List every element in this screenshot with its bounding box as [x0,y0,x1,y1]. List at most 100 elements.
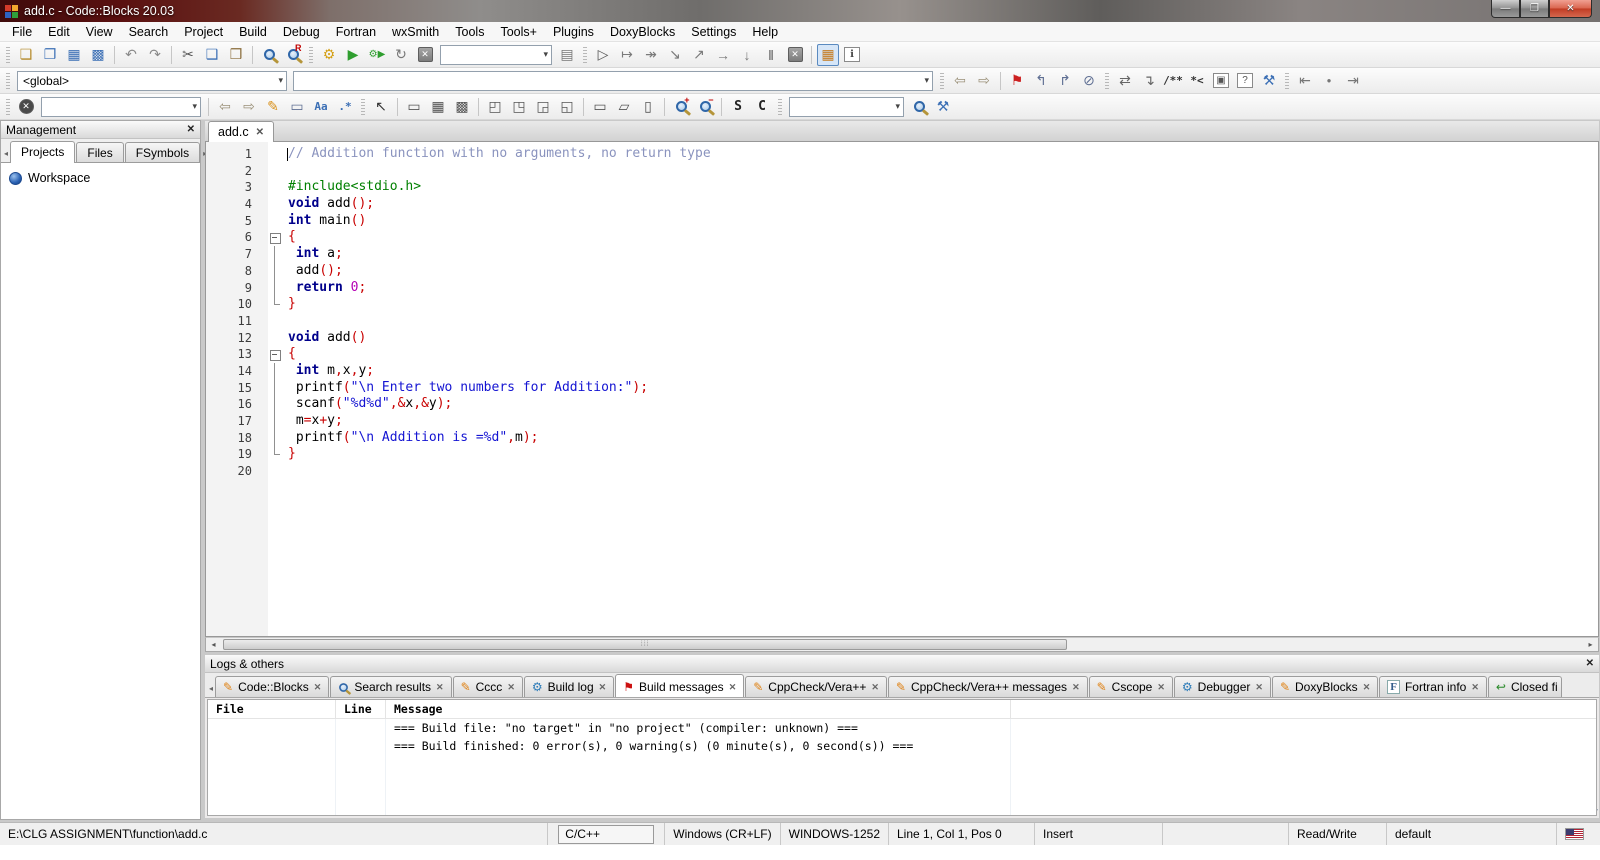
menu-item-project[interactable]: Project [176,22,231,42]
scroll-left-icon[interactable]: ◂ [206,640,221,649]
fold-marker[interactable] [260,262,284,280]
doxy-view-button[interactable]: ? [1234,70,1256,92]
close-tab-icon[interactable]: ✕ [436,682,444,693]
management-tab-files[interactable]: Files [76,142,124,162]
log-tab-build-messages[interactable]: ⚑ Build messages ✕ [615,674,745,697]
highlight-occurrences-button[interactable]: ✎ [262,96,284,118]
fold-marker[interactable] [260,429,284,447]
log-tab-doxyblocks[interactable]: ✎ DoxyBlocks ✕ [1271,676,1379,697]
menu-item-help[interactable]: Help [744,22,786,42]
open-file-button[interactable]: ❐ [39,44,61,66]
log-tab-cppcheck-vera-messages[interactable]: ✎ CppCheck/Vera++ messages ✕ [887,676,1088,697]
minimize-button[interactable]: — [1491,0,1520,18]
find-replace-button[interactable]: R [282,43,304,66]
next-instruction-button[interactable]: → [712,44,734,66]
fold-marker[interactable] [260,296,284,313]
close-tab-icon[interactable]: ✕ [1363,682,1371,693]
close-button[interactable]: ✕ [1549,0,1592,18]
close-tab-icon[interactable]: ✕ [871,682,879,693]
menu-item-debug[interactable]: Debug [275,22,328,42]
incremental-search-combobox[interactable]: ▾ [41,96,201,117]
search-next-button[interactable]: ⇨ [238,96,260,118]
step-into-button[interactable]: ↘ [664,44,686,66]
menu-item-fortran[interactable]: Fortran [328,22,384,42]
close-tab-icon[interactable]: ✕ [1072,682,1080,693]
close-tab-icon[interactable]: ✕ [729,682,737,693]
close-tab-icon[interactable]: ✕ [599,682,607,693]
fold-marker[interactable] [260,229,284,246]
doxy-settings-button[interactable]: ⚒ [1258,70,1280,92]
regex-search-button[interactable]: .* [334,96,356,118]
tree-item-workspace[interactable]: Workspace [1,163,200,185]
menu-item-view[interactable]: View [78,22,121,42]
fold-marker[interactable] [260,246,284,263]
wx-align-left-button[interactable]: ◰ [484,96,506,118]
log-tab-closed-fi[interactable]: ↩Closed fi✕ [1487,676,1562,697]
stop-debugger-button[interactable]: ✕ [784,44,806,66]
swap-header-source-button[interactable]: ⇄ [1114,70,1136,92]
open-files-search-button[interactable] [908,96,930,118]
wx-zoom-out-button[interactable]: − [694,95,716,118]
wx-grid-sizer-button[interactable]: ▦ [427,96,449,118]
next-line-button[interactable]: ↠ [640,44,662,66]
build-target-dropdown-icon[interactable]: ▾ [537,49,548,60]
menu-item-build[interactable]: Build [231,22,275,42]
scrollbar-track[interactable]: ⁞⁞⁞ [221,638,1583,651]
search-prev-button[interactable]: ⇦ [214,96,236,118]
log-tab-cccc[interactable]: ✎ Cccc ✕ [452,676,523,697]
browse-back-button[interactable]: ⇤ [1294,70,1316,92]
menu-item-file[interactable]: File [4,22,40,42]
menu-item-tools[interactable]: Tools+ [492,22,544,42]
menu-item-settings[interactable]: Settings [683,22,744,42]
clear-bookmarks-button[interactable]: ⊘ [1078,70,1100,92]
scrollbar-thumb[interactable]: ⁞⁞⁞ [223,639,1068,650]
wx-border-left-button[interactable]: ▭ [589,96,611,118]
build-message-row[interactable]: === Build finished: 0 error(s), 0 warnin… [208,737,1596,755]
doxy-block-comment-button[interactable]: /** [1162,70,1184,92]
selected-only-button[interactable]: ▭ [286,96,308,118]
match-case-button[interactable]: Aa [310,96,332,118]
paste-button[interactable]: ❒ [225,44,247,66]
previous-bookmark-button[interactable]: ↰ [1030,70,1052,92]
wx-align-center-h-button[interactable]: ◳ [508,96,530,118]
wx-border-all-button[interactable]: ▱ [613,96,635,118]
break-debugger-button[interactable]: ‖ [760,44,782,66]
jump-back-button[interactable]: ⇦ [949,70,971,92]
wx-align-right-button[interactable]: ◲ [532,96,554,118]
abort-build-button[interactable]: ✕ [414,44,436,66]
jump-forward-button[interactable]: ⇨ [973,70,995,92]
log-tab-debugger[interactable]: ⚙ Debugger ✕ [1173,676,1271,697]
log-tab-search-results[interactable]: Search results ✕ [330,676,452,697]
menu-item-wxsmith[interactable]: wxSmith [384,22,447,42]
incremental-search-dropdown-icon[interactable]: ▾ [186,101,197,112]
browse-marker-button[interactable]: ● [1318,70,1340,92]
next-bookmark-button[interactable]: ↱ [1054,70,1076,92]
fold-marker[interactable] [260,446,284,463]
wx-expand-button[interactable]: ▯ [637,96,659,118]
tools-settings-button[interactable]: ⚒ [932,96,954,118]
build-message-row[interactable]: === Build file: "no target" in "no proje… [208,719,1596,737]
various-info-button[interactable]: ℹ [841,44,863,66]
logs-close-icon[interactable]: ✕ [1586,658,1594,669]
step-into-instruction-button[interactable]: ↓ [736,44,758,66]
wx-pointer-button[interactable]: ↖ [370,96,392,118]
debugging-windows-button[interactable]: ▦ [817,43,839,66]
symbols-search-dropdown-icon[interactable]: ▾ [889,101,900,112]
wx-show-containers-button[interactable]: C [751,96,773,118]
close-tab-icon[interactable]: ✕ [1157,682,1165,693]
column-header-message[interactable]: Message [386,700,1011,718]
menu-item-tools[interactable]: Tools [447,22,492,42]
management-close-icon[interactable]: ✕ [187,124,195,135]
wx-show-sizers-button[interactable]: S [727,96,749,118]
fold-marker[interactable] [260,379,284,397]
management-tab-projects[interactable]: Projects [10,141,76,163]
menu-item-plugins[interactable]: Plugins [545,22,602,42]
save-button[interactable]: ▦ [63,44,85,66]
wx-flex-sizer-button[interactable]: ▩ [451,96,473,118]
logs-tab-scroll-left-icon[interactable]: ◂ [207,684,215,697]
fold-marker[interactable] [260,279,284,297]
symbol-function-dropdown-icon[interactable]: ▾ [918,75,929,86]
copy-button[interactable]: ❑ [201,44,223,66]
doxy-line-comment-button[interactable]: *< [1186,70,1208,92]
editor-horizontal-scrollbar[interactable]: ◂ ⁞⁞⁞ ▸ [205,637,1599,652]
